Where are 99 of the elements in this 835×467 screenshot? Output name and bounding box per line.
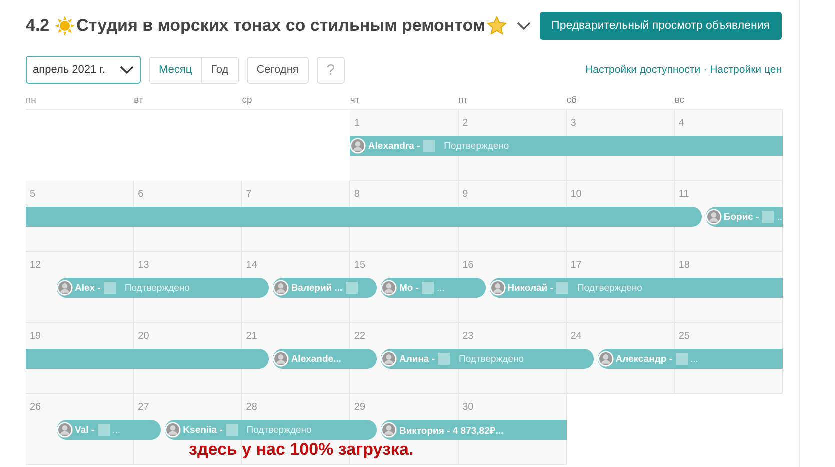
sun-icon [54,16,75,36]
booking-status: Подтверждено [124,282,190,294]
guest-name: Николай - [508,282,554,294]
booking-bar[interactable]: Николай - Подтверждено [490,278,783,298]
truncation-dots: ... [777,212,783,222]
day-number: 16 [462,260,475,270]
guest-name: Alex - [75,282,101,294]
day-number: 21 [245,330,258,342]
day-number: 28 [245,402,258,412]
truncation-dots: ... [436,282,445,294]
guest-name: Александр - [616,354,672,364]
avatar-icon [350,138,366,154]
day-number: 15 [353,260,367,270]
booking-bar[interactable]: Борис - ... [706,207,783,227]
avatar-icon [273,280,290,296]
booking-bar[interactable]: Alex - Подтверждено [57,278,270,298]
day-number: 3 [570,118,578,128]
help-button[interactable]: ? [316,56,345,84]
avatar-icon [57,422,74,438]
booking-bar[interactable] [26,349,270,369]
guest-name: Алина - [399,354,436,364]
booking-bar[interactable]: Val - ... [57,420,162,440]
day-number: 5 [29,188,37,200]
guest-name: Валерий ... [291,282,343,294]
avatar-icon [381,422,398,438]
avatar-icon [490,280,506,296]
settings-link[interactable]: Настройки доступности [586,64,701,76]
chevron-down-icon [120,66,134,74]
guest-name: Борис - [724,212,760,222]
view-tab[interactable]: Год [201,58,238,82]
day-number: 7 [245,188,253,200]
preview-listing-button[interactable]: Предварительный просмотр объявления [540,12,782,40]
day-number: 8 [353,188,361,200]
guest-name: Kseniia - [183,424,223,436]
avatar-icon [273,351,290,367]
booking-bar[interactable]: Мо - ... [381,278,486,298]
day-number: 2 [462,118,470,128]
avatar-icon [165,422,182,438]
weekday-label: пн [26,95,38,108]
weekday-label: ср [242,95,254,108]
day-number: 9 [462,188,470,200]
day-number: 14 [245,260,258,270]
booking-status: Подтверждено [577,282,642,294]
day-number: 27 [137,402,150,412]
booking-bar[interactable]: Александр - ... [598,349,783,369]
avatar-icon [598,351,614,367]
day-number: 29 [353,402,367,412]
annotation-text: здесь у нас 100% загрузка. [189,440,414,460]
weekday-label: сб [566,95,578,108]
booking-bar[interactable]: Alexande... [273,349,378,369]
day-number: 18 [678,260,691,270]
booking-status: Подтверждено [246,424,312,436]
link-separator: · [704,64,708,76]
weekday-label: вс [674,95,686,108]
booking-bar[interactable] [26,207,702,227]
booking-bar[interactable]: Виктория - 4 873,82₽... [381,420,567,440]
truncation-dots: ... [112,424,120,436]
listing-rating: 4.2 [26,16,50,36]
day-number: 6 [137,188,145,200]
day-number: 24 [570,330,583,342]
day-number: 22 [353,330,367,342]
guest-name: Alexandra - [368,140,420,152]
booking-bar[interactable]: Валерий ... [273,278,378,298]
truncation-dots: ... [690,354,698,364]
day-number: 30 [462,402,475,412]
weekday-label: пт [458,95,470,108]
today-button[interactable]: Сегодня [246,56,309,84]
guest-name: Виктория - 4 873,82₽... [399,424,504,436]
avatar-icon [381,280,398,296]
star-icon [487,16,508,36]
booking-status: Подтверждено [444,140,510,152]
listing-title: Студия в морских тонах со стильным ремонтом [76,16,486,36]
guest-name: Мо - [399,282,419,294]
day-number: 13 [137,260,150,270]
day-number: 26 [29,402,42,412]
month-select[interactable]: апрель 2021 г. [26,56,141,84]
day-number: 12 [29,260,42,270]
weekday-label: чт [350,95,361,108]
day-number: 17 [570,260,583,270]
chevron-down-icon[interactable] [517,22,532,30]
booking-bar[interactable]: Kseniia - Подтверждено [165,420,378,440]
booking-bar[interactable]: Alexandra - Подтверждено [350,136,783,156]
day-number: 10 [570,188,583,200]
day-number: 19 [29,330,42,342]
booking-status: Подтверждено [459,354,524,364]
booking-bar[interactable]: Алина - Подтверждено [381,349,594,369]
settings-link[interactable]: Настройки цен [710,64,782,76]
avatar-icon [706,209,722,225]
day-number: 20 [137,330,150,342]
day-number: 23 [462,330,475,342]
day-number: 25 [678,330,691,342]
guest-name: Val - [75,424,95,436]
day-number: 1 [353,118,361,128]
avatar-icon [381,351,398,367]
weekday-label: вт [134,95,144,108]
guest-name: Alexande... [291,354,342,364]
avatar-icon [57,280,74,296]
day-number: 11 [678,188,690,200]
day-number: 4 [678,118,686,128]
